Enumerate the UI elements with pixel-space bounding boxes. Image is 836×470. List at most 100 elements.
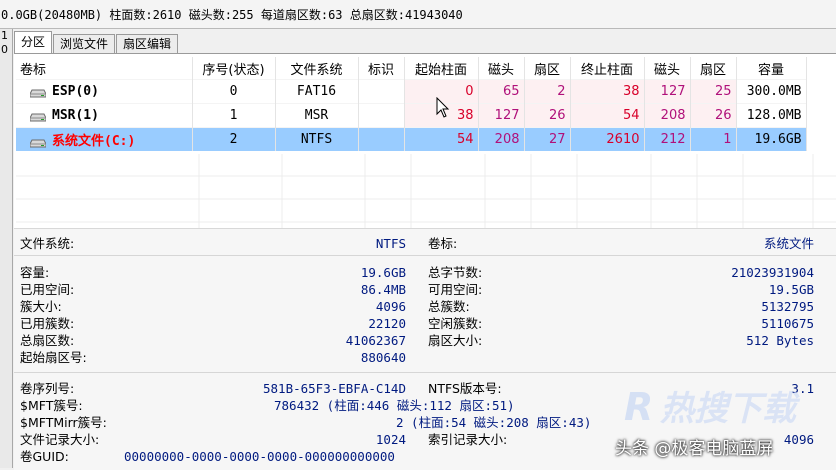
total-sectors-value: 41062367	[345, 333, 406, 348]
start-sector: 26	[524, 103, 571, 128]
file-record-size-value: 1024	[375, 432, 406, 447]
table-row[interactable]: ESP(0) 0 FAT16 0 65 2 38 127 25 300.0MB	[16, 79, 807, 104]
volume-label: ESP(0)	[52, 84, 99, 99]
free-space-label: 可用空间:	[428, 282, 483, 297]
start-cylinder: 54	[404, 127, 479, 151]
start-head: 208	[478, 127, 525, 151]
col-header-flag[interactable]: 标识	[358, 57, 405, 80]
start-head: 127	[478, 103, 525, 128]
ntfs-version-label: NTFS版本号:	[428, 381, 502, 396]
col-header-index[interactable]: 序号(状态)	[192, 57, 276, 80]
index-record-size-label: 索引记录大小:	[428, 432, 508, 447]
sector-size-value: 512 Bytes	[746, 333, 814, 348]
volume-label-caption: 卷标:	[428, 236, 458, 251]
total-bytes-label: 总字节数:	[428, 265, 483, 280]
end-cylinder: 2610	[570, 127, 645, 151]
disk-info-text: 0.0GB(20480MB) 柱面数:2610 磁头数:255 每道扇区数:63…	[1, 7, 463, 22]
volume-label: 系统文件(C:)	[52, 134, 136, 149]
partition-size: 300.0MB	[736, 79, 807, 104]
col-header-start-head[interactable]: 磁头	[478, 57, 525, 80]
free-clusters-label: 空闲簇数:	[428, 316, 483, 331]
partition-table: 卷标 序号(状态) 文件系统 标识 起始柱面 磁头 扇区 终止柱面 磁头 扇区 …	[16, 57, 807, 151]
used-clusters-label: 已用簇数:	[20, 316, 75, 331]
divider	[14, 372, 836, 373]
partition-index: 1	[192, 103, 276, 128]
disk-info-bar: 0.0GB(20480MB) 柱面数:2610 磁头数:255 每道扇区数:63…	[0, 0, 836, 29]
start-sector-value: 880640	[360, 350, 406, 365]
end-sector: 25	[690, 79, 737, 104]
table-header-row: 卷标 序号(状态) 文件系统 标识 起始柱面 磁头 扇区 终止柱面 磁头 扇区 …	[16, 57, 807, 80]
col-header-end-head[interactable]: 磁头	[644, 57, 691, 80]
tab-sector-editor[interactable]: 扇区编辑	[116, 34, 179, 53]
partition-size: 19.6GB	[736, 127, 807, 151]
partition-index: 2	[192, 127, 276, 151]
total-clusters-label: 总簇数:	[428, 299, 470, 314]
start-sector: 27	[524, 127, 571, 151]
start-sector: 2	[524, 79, 571, 104]
partition-index: 0	[192, 79, 276, 104]
partition-size: 128.0MB	[736, 103, 807, 128]
file-record-size-label: 文件记录大小:	[20, 432, 100, 447]
used-space-value: 86.4MB	[360, 282, 406, 297]
volume-label-value: 系统文件	[763, 236, 814, 251]
left-strip-char-2: 0	[1, 43, 8, 56]
end-head: 127	[644, 79, 691, 104]
col-header-end-cyl[interactable]: 终止柱面	[570, 57, 645, 80]
left-strip: 1 0	[0, 29, 13, 468]
used-clusters-value: 22120	[368, 316, 406, 331]
serial-value: 581B-65F3-EBFA-C14D	[263, 381, 406, 396]
partition-flag	[358, 103, 405, 128]
end-sector: 1	[690, 127, 737, 151]
partition-flag	[358, 79, 405, 104]
free-space-value: 19.5GB	[768, 282, 814, 297]
table-row-selected[interactable]: 系统文件(C:) 2 NTFS 54 208 27 2610 212 1 19.…	[16, 127, 807, 151]
volume-guid-label: 卷GUID:	[20, 449, 69, 464]
end-cylinder: 38	[570, 79, 645, 104]
cluster-size-value: 4096	[375, 299, 406, 314]
file-system: FAT16	[275, 79, 359, 104]
cluster-size-label: 簇大小:	[20, 299, 62, 314]
left-strip-char-1: 1	[1, 29, 8, 42]
partition-flag	[358, 127, 405, 151]
col-header-fs[interactable]: 文件系统	[275, 57, 359, 80]
mft-cluster-value: 786432 (柱面:446 磁头:112 扇区:51)	[274, 398, 515, 413]
free-clusters-value: 5110675	[761, 316, 814, 331]
svg-text:R: R	[624, 385, 653, 429]
end-head: 212	[644, 127, 691, 151]
col-header-size[interactable]: 容量	[736, 57, 807, 80]
file-system: MSR	[275, 103, 359, 128]
mft-cluster-label: $MFT簇号:	[20, 398, 83, 413]
volume-label: MSR(1)	[52, 108, 99, 123]
sector-size-label: 扇区大小:	[428, 333, 483, 348]
col-header-start-sec[interactable]: 扇区	[524, 57, 571, 80]
end-head: 208	[644, 103, 691, 128]
watermark-footer: 头条 @极客电脑蓝屏	[615, 439, 774, 459]
col-header-start-cyl[interactable]: 起始柱面	[404, 57, 479, 80]
serial-label: 卷序列号:	[20, 381, 75, 396]
tab-browse-files[interactable]: 浏览文件	[53, 34, 116, 53]
volume-guid-value: 00000000-0000-0000-0000-000000000000	[124, 449, 395, 464]
disk-icon	[29, 87, 47, 98]
disk-icon	[29, 137, 47, 148]
col-header-label[interactable]: 卷标	[16, 57, 193, 80]
table-row[interactable]: MSR(1) 1 MSR 38 127 26 54 208 26 128.0MB	[16, 103, 807, 128]
end-sector: 26	[690, 103, 737, 128]
end-cylinder: 54	[570, 103, 645, 128]
total-clusters-value: 5132795	[761, 299, 814, 314]
start-sector-label: 起始扇区号:	[20, 350, 87, 365]
col-header-end-sec[interactable]: 扇区	[690, 57, 737, 80]
total-sectors-label: 总扇区数:	[20, 333, 75, 348]
start-head: 65	[478, 79, 525, 104]
disk-icon	[29, 111, 47, 122]
used-space-label: 已用空间:	[20, 282, 75, 297]
brand-watermark-logo: R 热搜下载	[624, 385, 801, 429]
capacity-value: 19.6GB	[360, 265, 406, 280]
mftmirr-cluster-label: $MFTMirr簇号:	[20, 415, 107, 430]
divider	[14, 255, 836, 256]
capacity-label: 容量:	[20, 265, 50, 280]
tab-partition[interactable]: 分区	[14, 31, 53, 53]
total-bytes-value: 21023931904	[731, 265, 814, 280]
file-system: NTFS	[275, 127, 359, 151]
brand-watermark-text: 热搜下载	[660, 389, 801, 429]
tab-bar: 分区 浏览文件 扇区编辑	[14, 31, 179, 53]
